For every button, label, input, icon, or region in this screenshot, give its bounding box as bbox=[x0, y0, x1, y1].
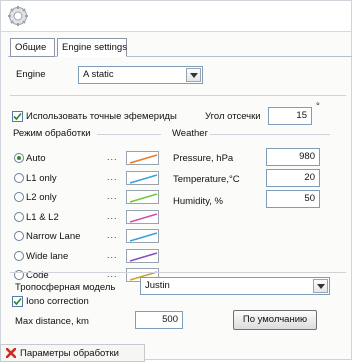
cutoff-label: Угол отсечки bbox=[205, 111, 261, 122]
mode-radio[interactable] bbox=[14, 231, 24, 241]
ephemeris-label: Использовать точные эфемериды bbox=[26, 111, 177, 122]
mode-label: Wide lane bbox=[26, 251, 69, 262]
line-color-swatch[interactable] bbox=[126, 210, 159, 224]
group-line bbox=[97, 134, 161, 135]
default-button[interactable]: По умолчанию bbox=[233, 310, 317, 330]
temperature-label: Temperature,°C bbox=[173, 174, 240, 185]
line-color-swatch[interactable] bbox=[126, 229, 159, 243]
mode-label: Narrow Lane bbox=[26, 231, 81, 242]
bottom-tab-label: Параметры обработки bbox=[20, 348, 119, 359]
mode-radio[interactable] bbox=[14, 251, 24, 261]
cutoff-unit: ° bbox=[316, 101, 320, 112]
pressure-label: Pressure, hPa bbox=[173, 153, 234, 164]
divider bbox=[10, 272, 346, 273]
color-picker-dots[interactable]: ... bbox=[107, 152, 118, 162]
max-distance-input[interactable]: 500 bbox=[135, 311, 183, 329]
cutoff-input[interactable]: 15 bbox=[268, 107, 312, 125]
mode-label: Auto bbox=[26, 153, 46, 164]
title-bar bbox=[1, 1, 351, 32]
color-picker-dots[interactable]: ... bbox=[107, 191, 118, 201]
color-picker-dots[interactable]: ... bbox=[107, 250, 118, 260]
troposphere-dropdown-button[interactable] bbox=[313, 279, 328, 293]
line-color-swatch[interactable] bbox=[126, 190, 159, 204]
mode-radio[interactable] bbox=[14, 153, 24, 163]
tab-engine-settings[interactable]: Engine settings bbox=[57, 38, 127, 57]
iono-label: Iono correction bbox=[26, 296, 89, 307]
chevron-down-icon bbox=[189, 72, 198, 78]
engine-label: Engine bbox=[16, 69, 46, 80]
max-distance-label: Max distance, km bbox=[15, 316, 89, 327]
checkmark-icon bbox=[13, 297, 22, 306]
line-color-swatch[interactable] bbox=[126, 249, 159, 263]
engine-select[interactable]: A static bbox=[78, 66, 203, 84]
iono-checkbox[interactable] bbox=[12, 296, 23, 307]
color-picker-dots[interactable]: ... bbox=[107, 230, 118, 240]
weather-title: Weather bbox=[172, 128, 208, 139]
troposphere-select-value: Justin bbox=[145, 280, 170, 291]
mode-radio[interactable] bbox=[14, 212, 24, 222]
radio-selected-dot bbox=[17, 156, 21, 160]
red-x-icon bbox=[6, 348, 16, 358]
mode-label: L1 only bbox=[26, 173, 57, 184]
chevron-down-icon bbox=[316, 283, 325, 289]
processing-mode-title: Режим обработки bbox=[13, 128, 91, 139]
mode-label: L1 & L2 bbox=[26, 212, 59, 223]
ephemeris-checkbox[interactable] bbox=[12, 111, 23, 122]
bottom-tab-processing[interactable]: Параметры обработки bbox=[0, 344, 145, 362]
line-color-swatch[interactable] bbox=[126, 171, 159, 185]
gear-icon[interactable] bbox=[7, 5, 29, 27]
troposphere-label: Тропосферная модель bbox=[15, 282, 116, 293]
divider bbox=[10, 95, 346, 96]
troposphere-select[interactable]: Justin bbox=[140, 277, 330, 295]
tab-general[interactable]: Общие bbox=[10, 38, 55, 57]
temperature-input[interactable]: 20 bbox=[266, 169, 320, 187]
mode-label: L2 only bbox=[26, 192, 57, 203]
checkmark-icon bbox=[13, 112, 22, 121]
color-picker-dots[interactable]: ... bbox=[107, 269, 118, 279]
humidity-label: Humidity, % bbox=[173, 196, 223, 207]
mode-radio[interactable] bbox=[14, 173, 24, 183]
color-picker-dots[interactable]: ... bbox=[107, 211, 118, 221]
color-picker-dots[interactable]: ... bbox=[107, 172, 118, 182]
line-color-swatch[interactable] bbox=[126, 151, 159, 165]
group-line bbox=[210, 134, 330, 135]
humidity-input[interactable]: 50 bbox=[266, 190, 320, 208]
engine-select-value: A static bbox=[83, 69, 114, 80]
pressure-input[interactable]: 980 bbox=[266, 148, 320, 166]
engine-dropdown-button[interactable] bbox=[186, 68, 201, 82]
mode-radio[interactable] bbox=[14, 192, 24, 202]
